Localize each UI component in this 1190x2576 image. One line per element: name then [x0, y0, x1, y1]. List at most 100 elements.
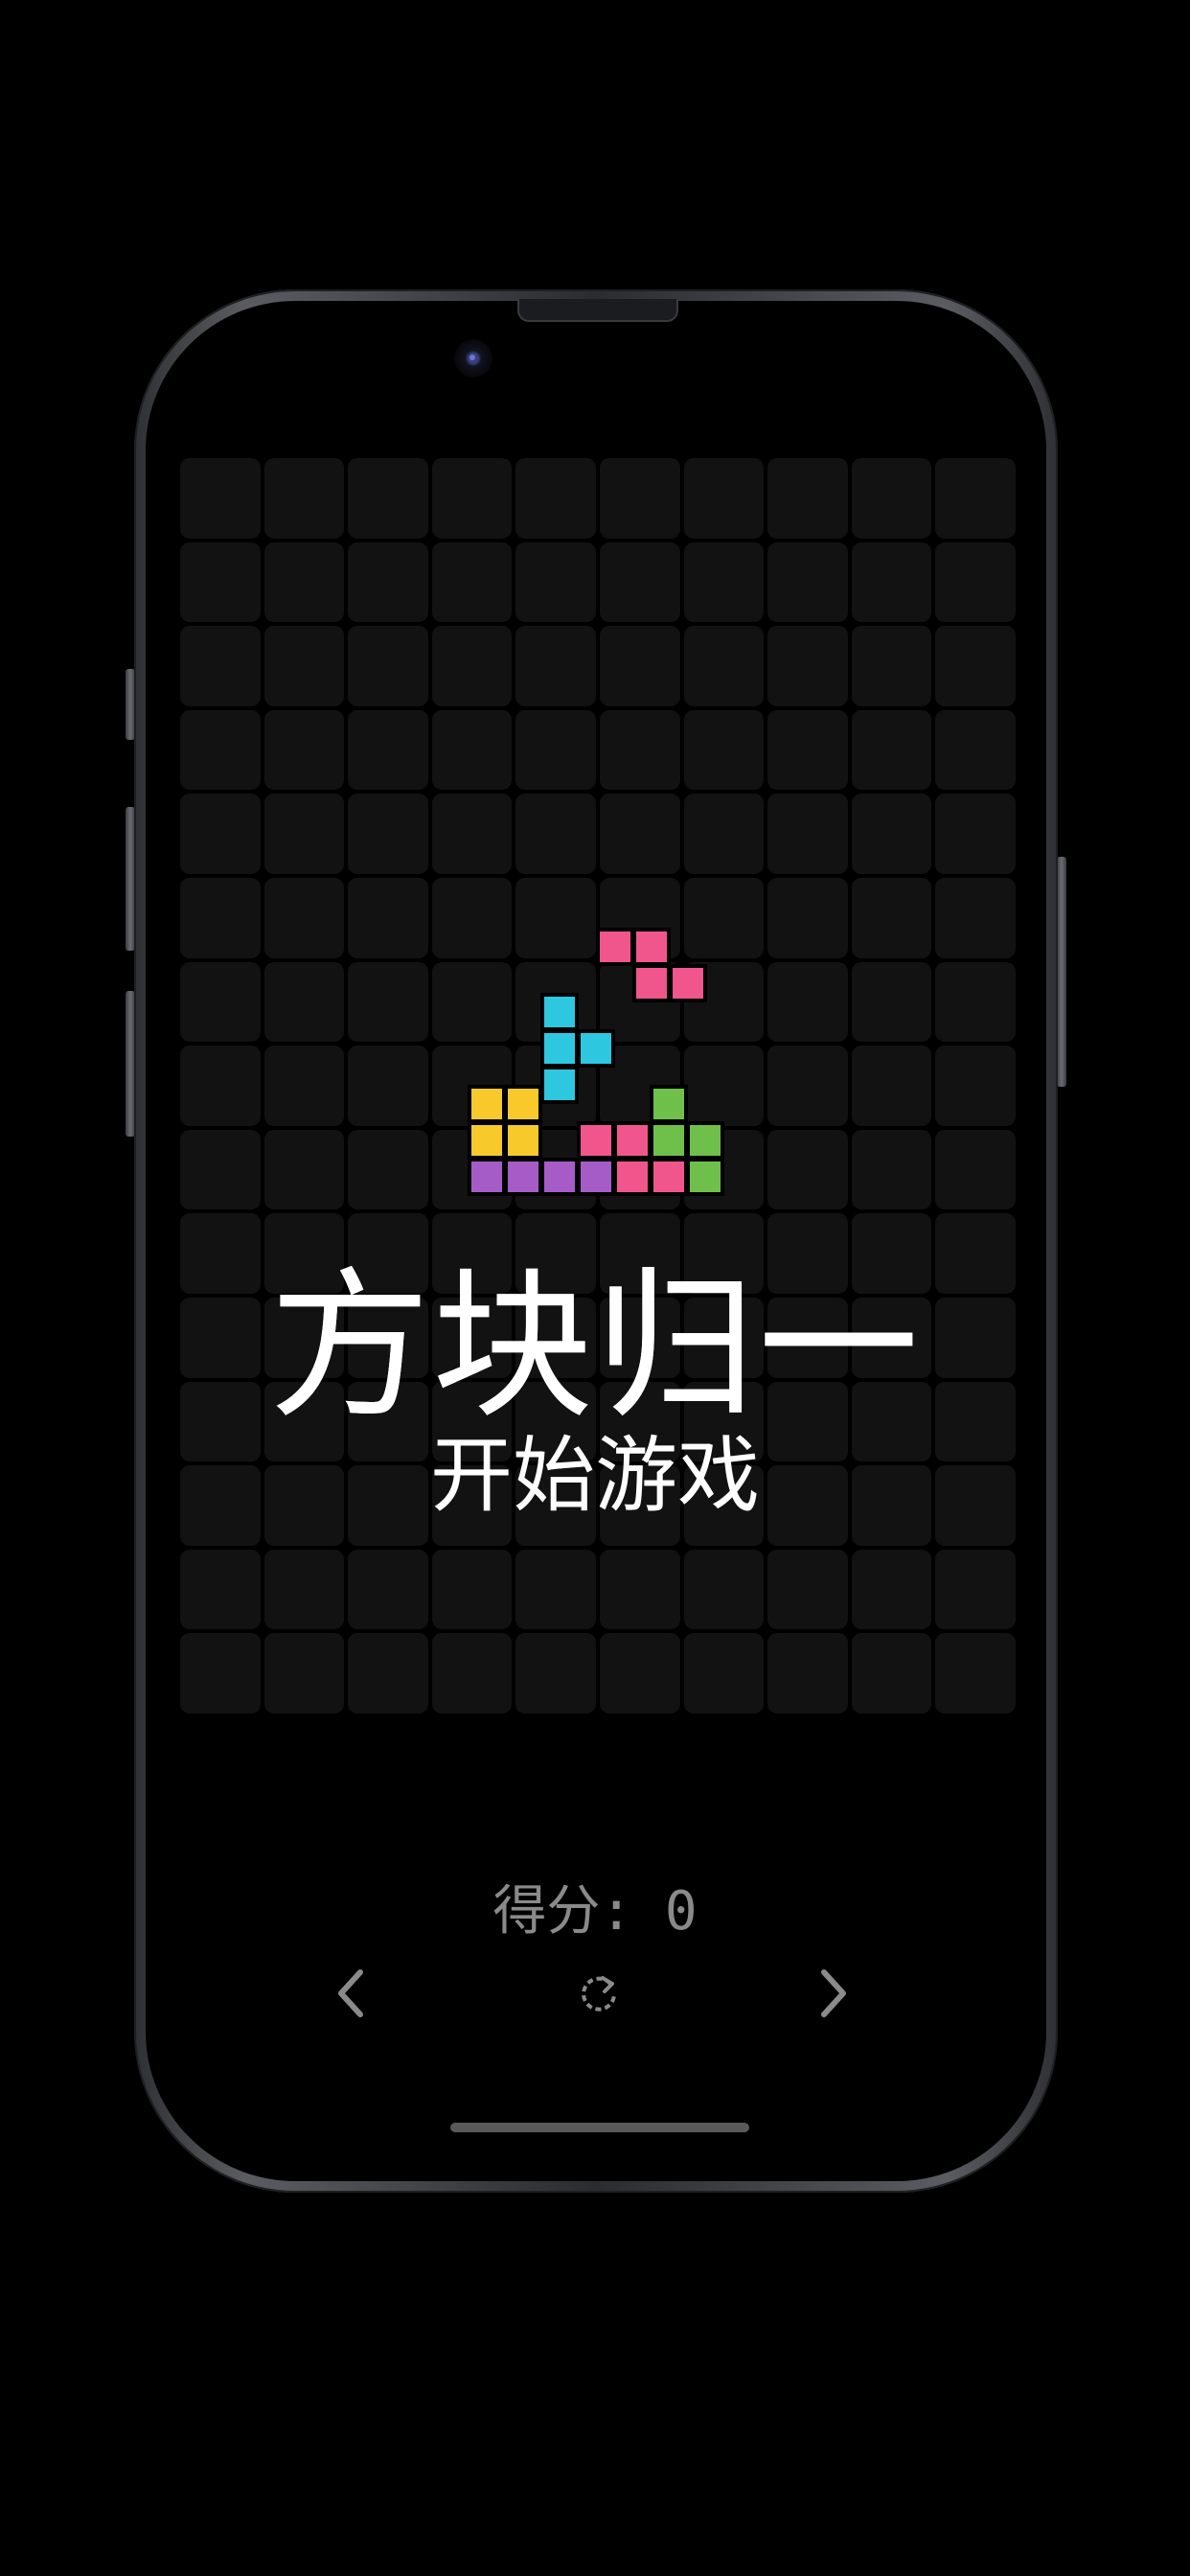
board-cell	[431, 877, 513, 958]
board-cell	[263, 877, 345, 958]
board-cell	[767, 1633, 848, 1714]
board-cell	[263, 1129, 345, 1210]
board-cell	[348, 458, 428, 539]
board-cell	[683, 877, 765, 958]
board-cell	[180, 877, 261, 958]
board-cell	[851, 794, 932, 874]
board-cell	[599, 458, 680, 539]
board-cell	[263, 709, 345, 791]
board-cell	[599, 541, 680, 623]
front-camera	[454, 339, 492, 378]
previous-button[interactable]	[322, 1965, 379, 2022]
board-cell	[851, 626, 932, 706]
board-cell	[180, 626, 261, 706]
board-cell	[851, 1129, 932, 1210]
board-cell	[348, 1046, 428, 1126]
rotate-icon	[582, 1976, 616, 2012]
board-cell	[431, 1046, 513, 1126]
board-cell	[180, 794, 261, 874]
board-cell	[431, 1549, 513, 1630]
board-cell	[180, 709, 261, 791]
game-title: 方块归一	[269, 1253, 921, 1440]
board-cell	[263, 961, 345, 1043]
board-cell	[599, 961, 680, 1043]
board-cell	[767, 1129, 848, 1210]
board-cell	[348, 961, 428, 1043]
board-cell	[683, 541, 765, 623]
board-cell	[599, 709, 680, 791]
board-cell	[431, 626, 513, 706]
board-cell	[348, 1129, 428, 1210]
board-cell	[180, 1633, 261, 1714]
board-cell	[599, 1046, 680, 1126]
board-cell	[935, 1633, 1016, 1714]
board-cell	[935, 626, 1016, 706]
board-cell	[263, 1549, 345, 1630]
board-cell	[683, 1129, 765, 1210]
board-cell	[348, 877, 428, 958]
game-board	[180, 458, 1018, 1716]
board-cell	[515, 1633, 596, 1714]
next-button[interactable]	[805, 1965, 862, 2022]
board-cell	[851, 1633, 932, 1714]
board-cell	[431, 961, 513, 1043]
board-cell	[935, 1129, 1016, 1210]
board-cell	[851, 541, 932, 623]
board-cell	[180, 1046, 261, 1126]
board-cell	[935, 458, 1016, 539]
board-cell	[180, 541, 261, 623]
board-cell	[767, 709, 848, 791]
board-cell	[180, 961, 261, 1043]
board-cell	[515, 709, 596, 791]
board-cell	[599, 1129, 680, 1210]
board-cell	[348, 1633, 428, 1714]
chevron-left-icon	[338, 1969, 363, 2017]
board-cell	[683, 458, 765, 539]
board-cell	[515, 877, 596, 958]
board-cell	[599, 794, 680, 874]
board-cell	[683, 1549, 765, 1630]
board-cell	[348, 794, 428, 874]
board-cell	[263, 794, 345, 874]
board-cell	[263, 1046, 345, 1126]
home-indicator	[450, 2123, 749, 2132]
board-cell	[599, 1633, 680, 1714]
board-cell	[180, 1129, 261, 1210]
board-cell	[851, 1549, 932, 1630]
board-cell	[851, 458, 932, 539]
board-cell	[767, 961, 848, 1043]
board-cell	[683, 961, 765, 1043]
board-cell	[348, 626, 428, 706]
board-cell	[180, 1549, 261, 1630]
board-cell	[515, 961, 596, 1043]
board-cell	[263, 541, 345, 623]
start-game-button[interactable]: 开始游戏	[0, 1428, 1190, 1524]
board-cell	[515, 458, 596, 539]
score-display: 得分: 0	[492, 1880, 698, 1943]
board-cell	[935, 709, 1016, 791]
board-cell	[431, 1129, 513, 1210]
board-cell	[431, 458, 513, 539]
board-cell	[515, 541, 596, 623]
board-cell	[515, 626, 596, 706]
board-cell	[935, 794, 1016, 874]
board-cell	[515, 1129, 596, 1210]
speaker-notch	[517, 299, 678, 322]
board-cell	[935, 1046, 1016, 1126]
board-cell	[348, 541, 428, 623]
board-cell	[935, 961, 1016, 1043]
board-cell	[767, 1046, 848, 1126]
board-cell	[767, 794, 848, 874]
board-cell	[767, 626, 848, 706]
board-cell	[431, 1633, 513, 1714]
board-cell	[683, 794, 765, 874]
board-cell	[683, 1633, 765, 1714]
board-cell	[935, 541, 1016, 623]
power-button[interactable]	[1057, 857, 1066, 1087]
board-cell	[683, 709, 765, 791]
board-cell	[851, 961, 932, 1043]
board-cell	[851, 1046, 932, 1126]
restart-button[interactable]	[570, 1965, 628, 2022]
board-cell	[935, 1549, 1016, 1630]
board-cell	[431, 541, 513, 623]
